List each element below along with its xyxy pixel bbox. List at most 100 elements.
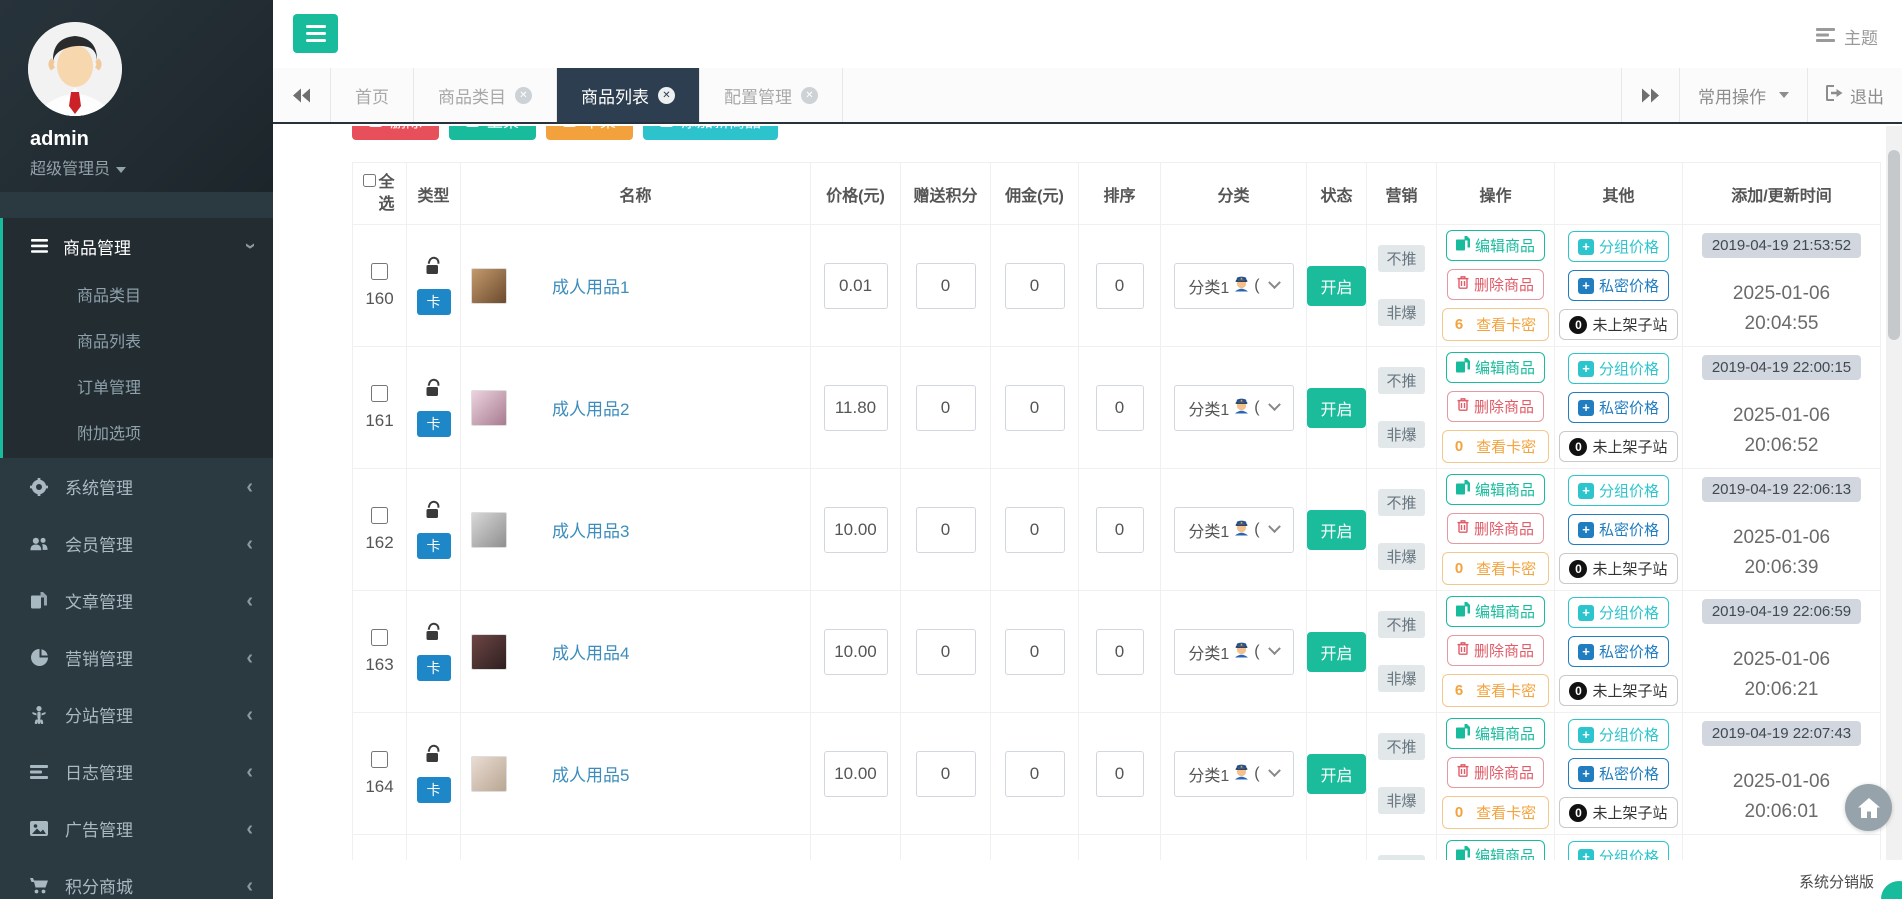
product-name-link[interactable]: 成人用品4 [552,639,629,664]
view-cards-button[interactable]: 0查看卡密 [1442,430,1549,463]
product-thumb[interactable] [471,390,507,426]
delete-product-button[interactable]: 删除商品 [1447,635,1544,666]
sidebar-item-members[interactable]: 会员管理 ‹ [0,515,273,572]
private-price-button[interactable]: +私密价格 [1568,758,1669,789]
category-select[interactable]: 分类1 ( [1174,385,1294,431]
submenu-item-3[interactable]: 附加选项 [3,412,273,458]
product-thumb[interactable] [471,634,507,670]
offline-substation-button[interactable]: 0未上架子站 [1559,797,1677,828]
offline-substation-button[interactable]: 0未上架子站 [1559,675,1677,706]
group-price-button[interactable]: +分组价格 [1568,597,1669,628]
edit-product-button[interactable]: 编辑商品 [1446,596,1545,627]
scrollbar[interactable] [1886,126,1902,860]
commission-input[interactable] [1005,385,1065,431]
submenu-item-0[interactable]: 商品类目 [3,274,273,320]
edit-product-button[interactable]: 编辑商品 [1446,230,1545,261]
toolbar-button-1[interactable]: 上架 [449,126,536,140]
card-type-badge[interactable]: 卡 [417,777,451,803]
price-input[interactable] [824,263,888,309]
points-input[interactable] [916,507,976,553]
status-toggle-button[interactable]: 开启 [1307,754,1365,794]
status-toggle-button[interactable]: 开启 [1307,632,1365,672]
product-name-link[interactable]: 成人用品1 [552,273,629,298]
category-select[interactable]: 分类1 ( [1174,751,1294,797]
group-price-button[interactable]: +分组价格 [1568,719,1669,750]
points-input[interactable] [916,263,976,309]
group-price-button[interactable]: +分组价格 [1568,231,1669,262]
private-price-button[interactable]: +私密价格 [1568,392,1669,423]
scroll-tabs-right-button[interactable] [1621,68,1679,122]
not-recommended-badge[interactable]: 不推 [1378,245,1424,272]
product-name-link[interactable]: 成人用品5 [552,761,629,786]
tab-item-1[interactable]: 商品类目 ✕ [414,68,557,122]
points-input[interactable] [916,385,976,431]
row-checkbox[interactable] [371,751,388,768]
user-role[interactable]: 超级管理员 [30,155,273,179]
sort-input[interactable] [1096,263,1144,309]
card-type-badge[interactable]: 卡 [417,533,451,559]
submenu-item-1[interactable]: 商品列表 [3,320,273,366]
points-input[interactable] [916,629,976,675]
not-hot-badge[interactable]: 非爆 [1378,665,1424,692]
close-icon[interactable]: ✕ [658,87,675,104]
product-thumb[interactable] [471,268,507,304]
commission-input[interactable] [1005,507,1065,553]
price-input[interactable] [824,751,888,797]
group-price-button[interactable]: +分组价格 [1568,475,1669,506]
sidebar-item-marketing[interactable]: 营销管理 ‹ [0,629,273,686]
hamburger-menu-button[interactable] [293,14,338,53]
sidebar-item-product-management[interactable]: 商品管理 ‹ [3,218,273,274]
sort-input[interactable] [1096,751,1144,797]
row-checkbox[interactable] [371,263,388,280]
delete-product-button[interactable]: 删除商品 [1447,757,1544,788]
offline-substation-button[interactable]: 0未上架子站 [1559,431,1677,462]
not-recommended-badge[interactable]: 不推 [1378,733,1424,760]
status-toggle-button[interactable]: 开启 [1307,510,1365,550]
row-checkbox[interactable] [371,507,388,524]
logout-button[interactable]: 退出 [1807,68,1902,122]
select-all-checkbox[interactable] [363,174,376,187]
price-input[interactable] [824,629,888,675]
sidebar-item-substation[interactable]: 分站管理 ‹ [0,686,273,743]
private-price-button[interactable]: +私密价格 [1568,636,1669,667]
submenu-item-2[interactable]: 订单管理 [3,366,273,412]
toolbar-button-2[interactable]: 下架 [546,126,633,140]
not-hot-badge[interactable]: 非爆 [1378,543,1424,570]
not-hot-badge[interactable]: 非爆 [1378,787,1424,814]
view-cards-button[interactable]: 0查看卡密 [1442,796,1549,829]
sidebar-item-ads[interactable]: 广告管理 ‹ [0,800,273,857]
close-icon[interactable]: ✕ [515,87,532,104]
product-name-link[interactable]: 成人用品3 [552,517,629,542]
group-price-button[interactable]: +分组价格 [1568,353,1669,384]
category-select[interactable]: 分类1 ( [1174,263,1294,309]
sort-input[interactable] [1096,385,1144,431]
delete-product-button[interactable]: 删除商品 [1447,269,1544,300]
common-operations-dropdown[interactable]: 常用操作 [1679,68,1807,122]
not-recommended-badge[interactable]: 不推 [1378,367,1424,394]
commission-input[interactable] [1005,629,1065,675]
offline-substation-button[interactable]: 0未上架子站 [1559,553,1677,584]
sort-input[interactable] [1096,629,1144,675]
view-cards-button[interactable]: 6查看卡密 [1442,674,1549,707]
price-input[interactable] [824,507,888,553]
commission-input[interactable] [1005,263,1065,309]
status-toggle-button[interactable]: 开启 [1307,388,1365,428]
private-price-button[interactable]: +私密价格 [1568,514,1669,545]
edit-product-button[interactable]: 编辑商品 [1446,352,1545,383]
edit-product-button[interactable]: 编辑商品 [1446,840,1545,860]
close-icon[interactable]: ✕ [801,87,818,104]
edit-product-button[interactable]: 编辑商品 [1446,718,1545,749]
group-price-button[interactable]: +分组价格 [1568,841,1669,860]
view-cards-button[interactable]: 0查看卡密 [1442,552,1549,585]
not-hot-badge[interactable]: 非爆 [1378,299,1424,326]
sidebar-item-logs[interactable]: 日志管理 ‹ [0,743,273,800]
category-select[interactable]: 分类1 ( [1174,507,1294,553]
card-type-badge[interactable]: 卡 [417,655,451,681]
tab-item-0[interactable]: 首页 ✕ [331,68,414,122]
sidebar-item-system[interactable]: 系统管理 ‹ [0,458,273,515]
sort-input[interactable] [1096,507,1144,553]
card-type-badge[interactable]: 卡 [417,289,451,315]
row-checkbox[interactable] [371,385,388,402]
sidebar-item-points-mall[interactable]: 积分商城 ‹ [0,857,273,899]
price-input[interactable] [824,385,888,431]
